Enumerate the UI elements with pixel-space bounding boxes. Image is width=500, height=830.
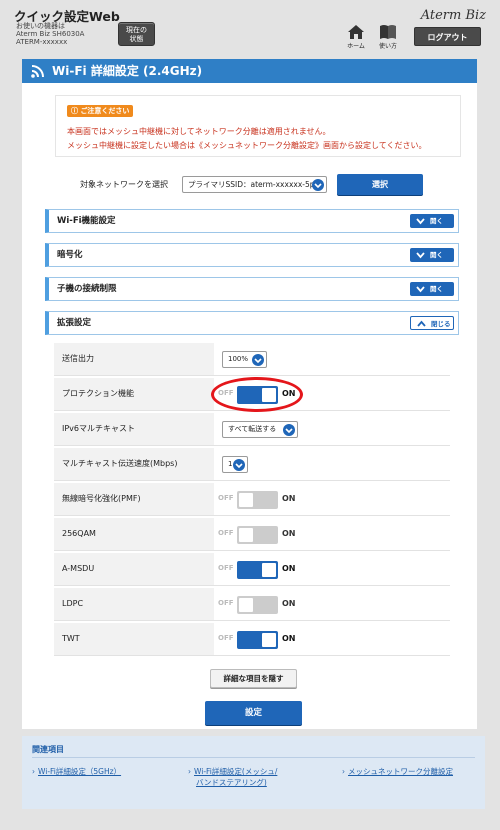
open-connection-limit-button[interactable]: 開く xyxy=(410,282,454,296)
arrow-right-icon: › xyxy=(32,767,35,776)
wifi-icon xyxy=(31,65,44,78)
notice-line-2: メッシュ中継機に設定したい場合は《メッシュネットワーク分離設定》画面から設定して… xyxy=(67,141,427,150)
ldpc-toggle[interactable]: OFF ON xyxy=(218,596,308,614)
device-model: Aterm Biz SH6030A xyxy=(16,30,85,38)
brand-logo: Aterm Biz xyxy=(420,8,486,23)
home-label: ホーム xyxy=(347,43,365,50)
status-button-line1: 現在の xyxy=(126,26,147,34)
notice-line-1: 本画面ではメッシュ中継機に対してネットワーク分離は適用されません。 xyxy=(67,127,331,136)
table-row: IPv6マルチキャスト すべて転送する xyxy=(54,413,450,446)
network-select[interactable]: プライマリSSID：aterm-xxxxxx-5p xyxy=(182,176,327,193)
arrow-right-icon: › xyxy=(342,767,345,776)
network-select-label: 対象ネットワークを選択 xyxy=(80,180,168,189)
link-mesh-isolation[interactable]: › メッシュネットワーク分離設定 xyxy=(342,766,453,777)
table-row: LDPC OFF ON xyxy=(54,588,450,621)
related-links-panel: 関連項目 › Wi-Fi詳細設定（5GHz） › Wi-Fi詳細設定(メッシュ/ バ… xyxy=(22,736,485,809)
page-title-bar: Wi-Fi 詳細設定 (2.4GHz) xyxy=(22,59,477,83)
chevron-down-icon xyxy=(312,179,324,191)
link-wifi-mesh[interactable]: › Wi-Fi詳細設定(メッシュ/ バンドステアリング) xyxy=(188,766,277,788)
setting-label: 送信出力 xyxy=(54,343,214,375)
setting-label: IPv6マルチキャスト xyxy=(54,413,214,445)
hide-details-button[interactable]: 詳細な項目を隠す xyxy=(210,669,297,688)
select-network-button[interactable]: 選択 xyxy=(337,174,423,195)
home-button[interactable]: ホーム xyxy=(344,24,368,52)
device-ssid: ATERM-xxxxxx xyxy=(16,38,68,46)
help-button[interactable]: 使い方 xyxy=(376,24,400,52)
current-status-button[interactable]: 現在の 状態 xyxy=(118,22,155,46)
section-wifi-function[interactable]: Wi-Fi機能設定 開く xyxy=(45,209,459,233)
table-row: 送信出力 100% xyxy=(54,343,450,376)
open-encryption-button[interactable]: 開く xyxy=(410,248,454,262)
toggle-knob xyxy=(239,528,253,542)
notice-box: ⓘ ご注意ください 本画面ではメッシュ中継機に対してネットワーク分離は適用されま… xyxy=(55,95,461,157)
related-title: 関連項目 xyxy=(32,745,64,754)
amsdu-toggle[interactable]: OFF ON xyxy=(218,561,308,579)
table-row: マルチキャスト伝送速度(Mbps) 1 xyxy=(54,448,450,481)
toggle-knob xyxy=(239,598,253,612)
home-icon xyxy=(348,25,364,39)
chevron-up-icon xyxy=(417,320,426,327)
divider xyxy=(32,757,475,758)
chevron-down-icon xyxy=(283,424,295,436)
notice-badge: ⓘ ご注意ください xyxy=(67,105,134,117)
protection-toggle[interactable]: OFF ON xyxy=(218,386,308,404)
setting-label: A-MSDU xyxy=(54,553,214,585)
section-connection-limit[interactable]: 子機の接続制限 開く xyxy=(45,277,459,301)
toggle-knob xyxy=(239,493,253,507)
status-button-line2: 状態 xyxy=(129,34,144,43)
info-icon: ⓘ xyxy=(71,107,78,115)
close-extended-button[interactable]: 閉じる xyxy=(410,316,454,330)
section-encryption[interactable]: 暗号化 開く xyxy=(45,243,459,267)
setting-label: 256QAM xyxy=(54,518,214,550)
setting-label: TWT xyxy=(54,623,214,655)
chevron-down-icon xyxy=(416,218,425,225)
page-title: Wi-Fi 詳細設定 (2.4GHz) xyxy=(52,64,203,78)
device-label: お使いの機器は xyxy=(16,22,65,30)
chevron-down-icon xyxy=(416,252,425,259)
save-button[interactable]: 設定 xyxy=(205,701,302,725)
book-icon xyxy=(380,25,396,39)
qam256-toggle[interactable]: OFF ON xyxy=(218,526,308,544)
arrow-right-icon: › xyxy=(188,767,191,776)
twt-toggle[interactable]: OFF ON xyxy=(218,631,308,649)
ipv6-multicast-select[interactable]: すべて転送する xyxy=(222,421,298,438)
open-wifi-function-button[interactable]: 開く xyxy=(410,214,454,228)
chevron-down-icon xyxy=(252,354,264,366)
setting-label: LDPC xyxy=(54,588,214,620)
toggle-knob xyxy=(262,633,276,647)
table-row: TWT OFF ON xyxy=(54,623,450,656)
table-row: 無線暗号化強化(PMF) OFF ON xyxy=(54,483,450,516)
multicast-rate-select[interactable]: 1 xyxy=(222,456,248,473)
table-row: プロテクション機能 OFF ON xyxy=(54,378,450,411)
section-extended[interactable]: 拡張設定 閉じる xyxy=(45,311,459,335)
setting-label: 無線暗号化強化(PMF) xyxy=(54,483,214,515)
toggle-knob xyxy=(262,388,276,402)
help-label: 使い方 xyxy=(378,43,397,50)
table-row: 256QAM OFF ON xyxy=(54,518,450,551)
chevron-down-icon xyxy=(233,459,245,471)
pmf-toggle[interactable]: OFF ON xyxy=(218,491,308,509)
header: クイック設定Web お使いの機器は Aterm Biz SH6030A ATER… xyxy=(0,0,500,56)
toggle-knob xyxy=(262,563,276,577)
setting-label: マルチキャスト伝送速度(Mbps) xyxy=(54,448,214,480)
link-wifi-5ghz[interactable]: › Wi-Fi詳細設定（5GHz） xyxy=(32,766,121,777)
chevron-down-icon xyxy=(416,286,425,293)
logout-button[interactable]: ログアウト xyxy=(414,27,481,46)
tx-power-select[interactable]: 100% xyxy=(222,351,267,368)
setting-label: プロテクション機能 xyxy=(54,378,214,410)
table-row: A-MSDU OFF ON xyxy=(54,553,450,586)
